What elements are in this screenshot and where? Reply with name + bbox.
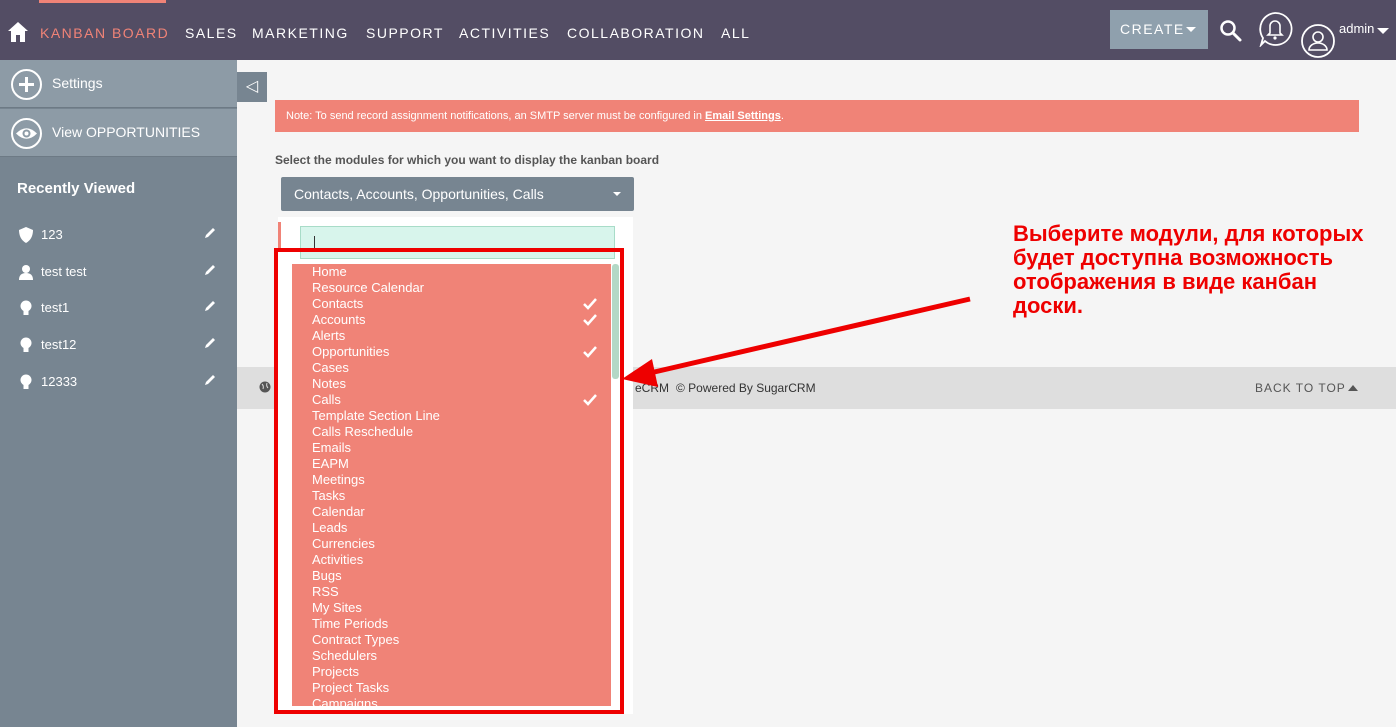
- active-tab-indicator: [39, 0, 166, 3]
- sidebar-action-label: View OPPORTUNITIES: [52, 124, 201, 140]
- sidebar-action-settings[interactable]: Settings: [0, 60, 237, 108]
- pencil-icon[interactable]: [203, 299, 217, 313]
- chevron-down-icon[interactable]: [1377, 28, 1389, 34]
- sidebar-action-view-opportunities[interactable]: View OPPORTUNITIES: [0, 109, 237, 157]
- nav-marketing[interactable]: MARKETING: [252, 25, 349, 41]
- lightbulb-icon: [20, 300, 32, 315]
- recent-item[interactable]: test test: [0, 257, 237, 287]
- pencil-icon[interactable]: [203, 373, 217, 387]
- globe-icon: [259, 381, 271, 393]
- chevron-down-icon: [1186, 27, 1196, 32]
- recent-item-label: test test: [41, 264, 87, 279]
- pencil-icon[interactable]: [203, 336, 217, 350]
- notice-text: Note: To send record assignment notifica…: [286, 110, 706, 122]
- recent-item-label: 12333: [41, 374, 78, 389]
- modules-select-label: Select the modules for which you want to…: [275, 153, 660, 167]
- recent-item[interactable]: 12333: [0, 367, 237, 397]
- chevron-up-icon[interactable]: [1348, 385, 1358, 391]
- sidebar-action-label: Settings: [52, 75, 103, 91]
- search-icon[interactable]: [1219, 19, 1243, 43]
- create-label: CREATE: [1120, 21, 1185, 37]
- home-icon[interactable]: [7, 21, 29, 43]
- smtp-notice-banner: Note: To send record assignment notifica…: [275, 100, 1359, 132]
- nav-all[interactable]: ALL: [721, 25, 750, 41]
- recent-item-label: test1: [41, 300, 70, 315]
- create-button[interactable]: CREATE: [1110, 10, 1208, 49]
- nav-sales[interactable]: SALES: [185, 25, 238, 41]
- nav-support[interactable]: SUPPORT: [366, 25, 444, 41]
- plus-icon: [11, 69, 42, 100]
- back-to-top-link[interactable]: BACK TO TOP: [1255, 381, 1346, 395]
- recent-item-label: test12: [41, 337, 77, 352]
- sidebar: Settings View OPPORTUNITIES Recently Vie…: [0, 60, 237, 727]
- bell-icon[interactable]: [1257, 11, 1293, 47]
- powered-by-sugarcrm[interactable]: © Powered By SugarCRM: [676, 381, 816, 395]
- notice-tail: .: [780, 110, 784, 122]
- nav-activities[interactable]: ACTIVITIES: [459, 25, 550, 41]
- user-menu-label[interactable]: admin: [1339, 21, 1374, 36]
- recently-viewed-heading: Recently Viewed: [17, 180, 136, 197]
- collapse-sidebar-button[interactable]: ◁: [237, 72, 267, 102]
- nav-kanban-board[interactable]: KANBAN BOARD: [40, 25, 169, 41]
- pencil-icon[interactable]: [203, 263, 217, 277]
- email-settings-link[interactable]: Email Settings: [705, 110, 781, 122]
- person-icon: [19, 265, 33, 280]
- recent-item[interactable]: test1: [0, 293, 237, 323]
- suitecrm-link[interactable]: eCRM: [635, 381, 669, 395]
- eye-icon: [11, 118, 42, 149]
- recent-item[interactable]: test12: [0, 330, 237, 360]
- modules-select-value: Contacts, Accounts, Opportunities, Calls: [294, 186, 544, 202]
- pencil-icon[interactable]: [203, 226, 217, 240]
- nav-collaboration[interactable]: COLLABORATION: [567, 25, 705, 41]
- lightbulb-icon: [20, 374, 32, 389]
- recent-item-label: 123: [41, 227, 63, 242]
- top-navigation: KANBAN BOARD SALES MARKETING SUPPORT ACT…: [0, 0, 1396, 60]
- recent-item[interactable]: 123: [0, 220, 237, 250]
- shield-icon: [19, 227, 33, 243]
- lightbulb-icon: [20, 337, 32, 352]
- annotation-frame: [274, 248, 624, 714]
- user-avatar-icon[interactable]: [1300, 23, 1336, 59]
- chevron-down-icon: [613, 192, 621, 196]
- annotation-text: Выберите модули, для которых будет досту…: [1013, 221, 1364, 318]
- modules-multiselect[interactable]: Contacts, Accounts, Opportunities, Calls: [281, 177, 634, 211]
